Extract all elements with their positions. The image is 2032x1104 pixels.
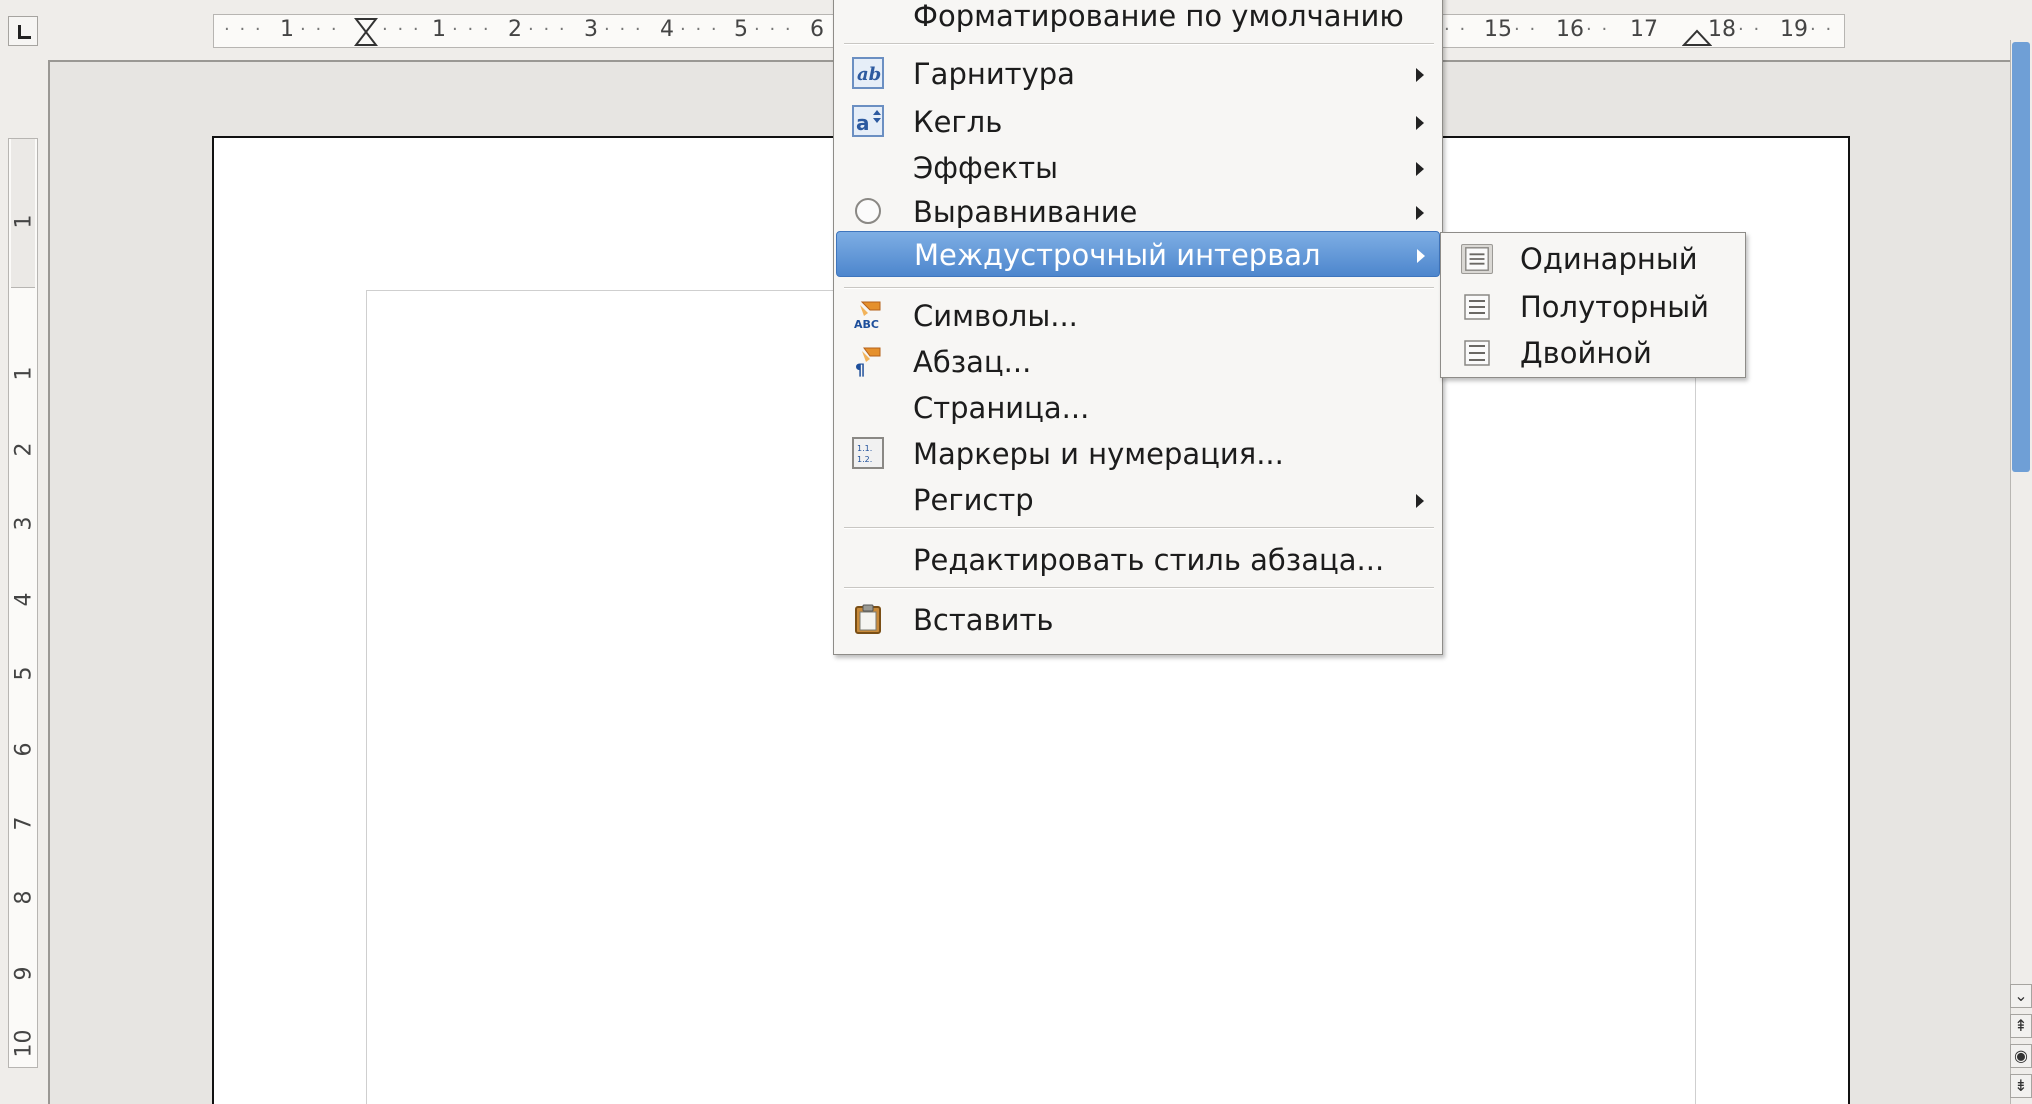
menu-separator <box>844 587 1434 589</box>
submenu-arrow-icon <box>1416 206 1424 220</box>
submenu-item-double[interactable]: Двойной <box>1443 329 1743 375</box>
scroll-down-button[interactable]: ⌄ <box>2010 984 2032 1008</box>
radio-icon <box>855 198 881 224</box>
submenu-item-single[interactable]: Одинарный <box>1443 235 1743 281</box>
svg-text:ab: ab <box>857 64 881 85</box>
menu-item-label: Регистр <box>913 483 1034 517</box>
menu-item-label: Междустрочный интервал <box>914 238 1321 272</box>
ruler-number: 1 <box>11 366 37 381</box>
menu-item-label: Кегль <box>913 105 1003 139</box>
tab-stop-selector[interactable] <box>8 16 38 46</box>
menu-item-label: Редактировать стиль абзаца... <box>913 543 1385 577</box>
vertical-ruler[interactable]: 1 1 2 3 4 5 6 7 8 9 10 <box>8 138 38 1068</box>
ruler-number: 4 <box>11 592 37 607</box>
menu-item-label: Гарнитура <box>913 57 1075 91</box>
next-page-button[interactable]: ⇟ <box>2010 1074 2032 1098</box>
submenu-arrow-icon <box>1416 116 1424 130</box>
previous-page-button[interactable]: ⇞ <box>2010 1014 2032 1038</box>
menu-item-character[interactable]: ABC Символы... <box>836 293 1440 337</box>
line-spacing-submenu: Одинарный Полуторный Двойной <box>1440 232 1746 378</box>
menu-item-label: Маркеры и нумерация... <box>913 437 1284 471</box>
menu-item-line-spacing[interactable]: Междустрочный интервал <box>836 231 1440 277</box>
ruler-number: 4 <box>660 17 674 42</box>
menu-separator <box>844 287 1434 289</box>
submenu-arrow-icon <box>1416 68 1424 82</box>
menu-item-label: Страница... <box>913 391 1090 425</box>
character-icon: ABC <box>854 301 881 331</box>
svg-text:a: a <box>856 111 870 135</box>
ruler-number: 3 <box>584 17 598 42</box>
submenu-item-label: Двойной <box>1520 336 1652 370</box>
menu-item-alignment[interactable]: Выравнивание <box>836 189 1440 233</box>
paragraph-icon: ¶ <box>855 347 881 377</box>
submenu-arrow-icon <box>1416 162 1424 176</box>
paste-icon <box>855 604 881 634</box>
ruler-number: 1 <box>432 17 446 42</box>
scrollbar-thumb[interactable] <box>2012 42 2030 472</box>
line-spacing-icon <box>1464 340 1490 366</box>
menu-item-label: Вставить <box>913 603 1054 637</box>
submenu-arrow-icon <box>1417 249 1425 263</box>
svg-text:1.1.: 1.1. <box>857 444 872 453</box>
ruler-number: 9 <box>11 966 37 981</box>
ruler-number: 19 <box>1780 17 1808 42</box>
menu-item-label: Абзац... <box>913 345 1032 379</box>
ruler-number: 8 <box>11 890 37 905</box>
svg-text:ABC: ABC <box>854 318 879 331</box>
line-spacing-icon <box>1461 244 1493 274</box>
indent-marker-icon[interactable] <box>354 17 378 47</box>
menu-separator <box>844 527 1434 529</box>
menu-item-font-size[interactable]: a Кегль <box>836 99 1440 143</box>
menu-item-default-formatting[interactable]: Форматирование по умолчанию <box>836 0 1440 37</box>
ruler-number: 16 <box>1556 17 1584 42</box>
menu-item-bullets-numbering[interactable]: 1.1. 1.2. Маркеры и нумерация... <box>836 431 1440 475</box>
line-spacing-icon <box>1464 294 1490 320</box>
ruler-number: 3 <box>11 516 37 531</box>
ruler-number: 17 <box>1630 17 1658 42</box>
navigator-button[interactable]: ◉ <box>2010 1044 2032 1068</box>
menu-item-label: Символы... <box>913 299 1078 333</box>
submenu-item-label: Одинарный <box>1520 242 1698 276</box>
menu-item-font-name[interactable]: ab Гарнитура <box>836 51 1440 95</box>
menu-item-label: Форматирование по умолчанию <box>913 0 1404 33</box>
ruler-number: 5 <box>11 666 37 681</box>
font-size-icon: a <box>852 105 884 137</box>
menu-item-paste[interactable]: Вставить <box>836 597 1440 641</box>
ruler-number: 18 <box>1708 17 1736 42</box>
ruler-number: 1 <box>11 214 37 229</box>
svg-text:1.2.: 1.2. <box>857 455 872 464</box>
ruler-number: 5 <box>734 17 748 42</box>
ruler-number: 2 <box>508 17 522 42</box>
menu-item-page[interactable]: Страница... <box>836 385 1440 429</box>
ruler-number: 10 <box>11 1029 37 1058</box>
submenu-item-one-and-half[interactable]: Полуторный <box>1443 283 1743 329</box>
menu-item-label: Эффекты <box>913 151 1058 185</box>
ruler-number: 7 <box>11 816 37 831</box>
menu-separator <box>844 43 1434 45</box>
svg-text:¶: ¶ <box>855 360 865 377</box>
ruler-number: 6 <box>11 742 37 757</box>
ruler-number: 1 <box>280 17 294 42</box>
menu-item-edit-paragraph-style[interactable]: Редактировать стиль абзаца... <box>836 537 1440 581</box>
menu-item-effects[interactable]: Эффекты <box>836 145 1440 189</box>
ruler-number: 15 <box>1484 17 1512 42</box>
font-name-icon: ab <box>852 57 884 89</box>
ruler-number: 6 <box>810 17 824 42</box>
context-menu: Форматирование по умолчанию ab Гарнитура… <box>833 0 1443 655</box>
ruler-number: 2 <box>11 442 37 457</box>
menu-item-case[interactable]: Регистр <box>836 477 1440 521</box>
submenu-arrow-icon <box>1416 494 1424 508</box>
numbering-icon: 1.1. 1.2. <box>852 437 884 469</box>
menu-item-paragraph[interactable]: ¶ Абзац... <box>836 339 1440 383</box>
submenu-item-label: Полуторный <box>1520 290 1709 324</box>
menu-item-label: Выравнивание <box>913 195 1138 229</box>
